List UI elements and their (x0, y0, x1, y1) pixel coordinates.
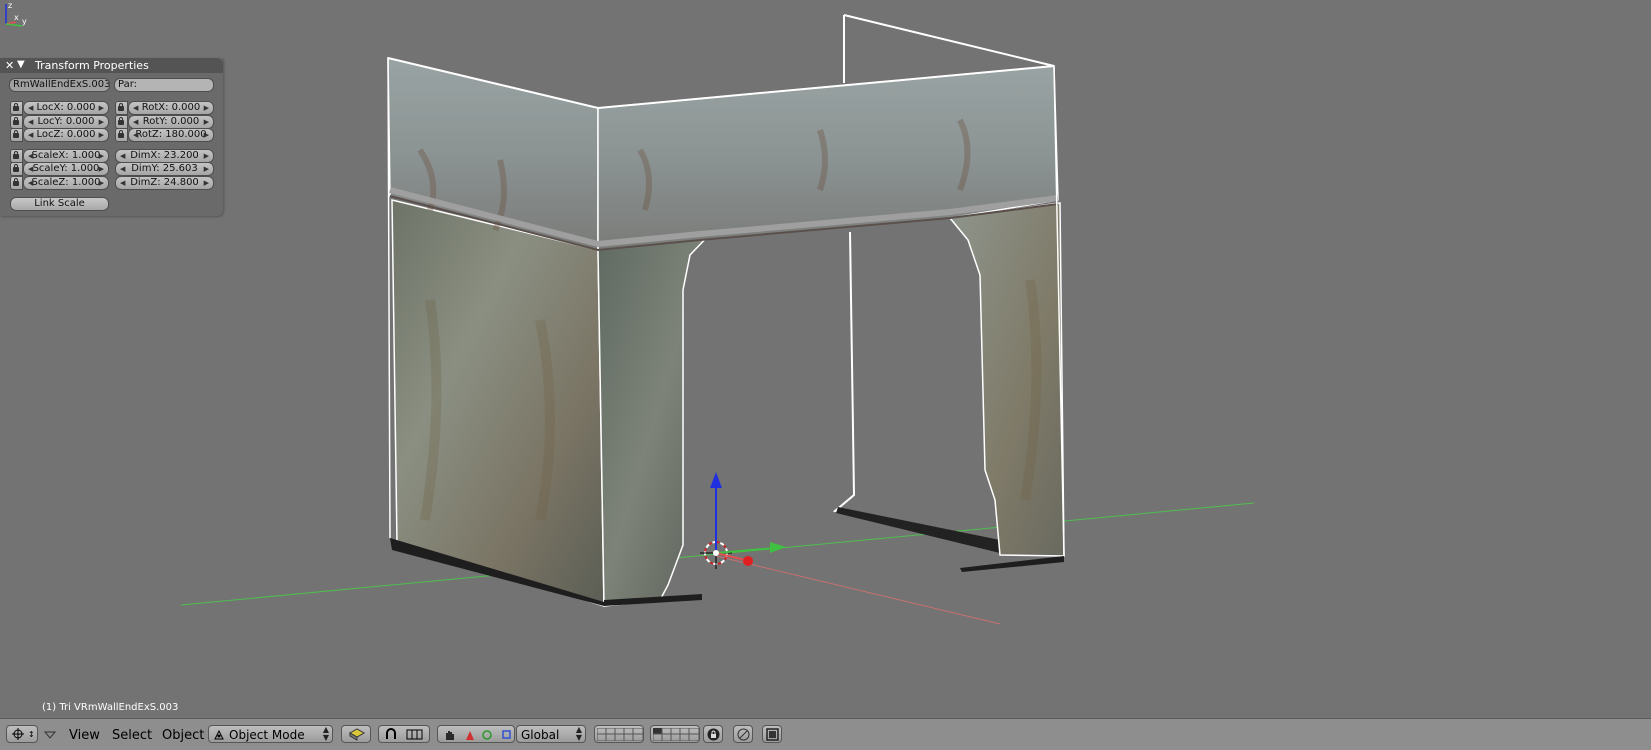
triangle-down-icon[interactable]: ▼ (17, 59, 25, 70)
editor-type-button[interactable]: ↕ (6, 725, 38, 743)
close-icon[interactable]: ✕ (5, 59, 14, 72)
mode-label: Object Mode (229, 728, 305, 742)
axis-orientation-icon: z x y (5, 1, 27, 27)
lock-icon[interactable] (10, 115, 23, 129)
transform-properties-panel[interactable]: ✕ ▼ Transform Properties RmWallEndExS.00… (0, 58, 223, 216)
svg-text:y: y (22, 17, 27, 26)
transform-manipulator (710, 472, 786, 566)
render-preview-button[interactable] (733, 725, 753, 743)
locx-field[interactable]: ◀ LocX: 0.000 ▶ (23, 101, 109, 115)
draw-type-select[interactable] (341, 725, 371, 743)
view3d-icon: ↕ (12, 728, 35, 740)
3d-view-header: ↕ View Select Object Object Mode ▲ ▼ Glo… (0, 718, 1651, 750)
pivot-snap-group[interactable] (378, 725, 430, 743)
draw-type-icon (348, 728, 366, 741)
lock-icon[interactable] (10, 162, 23, 176)
viewport-scene (180, 14, 1255, 625)
link-scale-button[interactable]: Link Scale (10, 197, 109, 211)
3d-viewport[interactable]: z x y (1) Tri VRmWallEndExS.003 (0, 0, 1651, 718)
layer-buttons-2[interactable] (650, 725, 700, 743)
scaley-field[interactable]: ◀ ScaleY: 1.000 ▶ (23, 162, 109, 176)
locy-field[interactable]: ◀ LocY: 0.000 ▶ (23, 115, 109, 129)
lock-icon[interactable] (10, 101, 23, 115)
collapse-menu-icon[interactable] (44, 731, 56, 739)
up-down-icon: ▲ ▼ (322, 725, 329, 742)
lock-icon[interactable] (10, 128, 23, 142)
layer-buttons-1[interactable] (594, 725, 644, 743)
lock-icon[interactable] (10, 176, 23, 190)
dimz-field[interactable]: ◀ DimZ: 24.800 ▶ (115, 176, 214, 190)
rotx-field[interactable]: ◀ RotX: 0.000 ▶ (128, 101, 214, 115)
link-icon (737, 728, 750, 741)
magnet-icon (386, 728, 423, 740)
up-down-icon: ▲ ▼ (575, 725, 582, 742)
center-wall-lower (597, 230, 715, 607)
panel-header[interactable]: ✕ ▼ Transform Properties (0, 58, 223, 73)
locz-field[interactable]: ◀ LocZ: 0.000 ▶ (23, 128, 109, 142)
menu-object[interactable]: Object (162, 728, 204, 743)
svg-text:x: x (14, 13, 19, 22)
orientation-label: Global (521, 728, 560, 742)
scalez-field[interactable]: ◀ ScaleZ: 1.000 ▶ (23, 176, 109, 190)
roty-field[interactable]: ◀ RotY: 0.000 ▶ (128, 115, 214, 129)
viewport-status-text: (1) Tri VRmWallEndExS.003 (42, 702, 179, 713)
object-name-field[interactable]: RmWallEndExS.003 (9, 78, 110, 92)
layers-grid-icon (653, 728, 699, 741)
lock-icon[interactable] (115, 115, 128, 129)
render-button[interactable] (762, 725, 782, 743)
svg-text:↕: ↕ (28, 730, 35, 739)
lock-icon[interactable] (115, 101, 128, 115)
left-wall-lower (391, 199, 605, 608)
right-pillar-lower (948, 202, 1065, 557)
panel-title: Transform Properties (35, 59, 149, 72)
dimy-field[interactable]: ◀ DimY: 25.603 ▶ (115, 162, 214, 176)
svg-text:z: z (8, 1, 12, 10)
lock-icon (707, 728, 720, 741)
menu-view[interactable]: View (69, 728, 100, 743)
lock-icon[interactable] (10, 149, 23, 163)
object-mode-icon (214, 729, 224, 740)
lock-layers-button[interactable] (703, 725, 723, 743)
rotz-field[interactable]: ◀ RotZ: 180.000 ▶ (128, 128, 214, 142)
dimx-field[interactable]: ◀ DimX: 23.200 ▶ (115, 149, 214, 163)
mode-select[interactable]: Object Mode ▲ ▼ (208, 725, 333, 743)
lock-icon[interactable] (115, 128, 128, 142)
layers-grid-icon (597, 728, 643, 741)
parent-field[interactable]: Par: (114, 78, 214, 92)
x-axis-line (715, 555, 1001, 625)
orientation-select[interactable]: Global ▲ ▼ (516, 725, 586, 743)
menu-select[interactable]: Select (112, 728, 152, 743)
hand-icon (446, 730, 511, 740)
image-icon (766, 728, 779, 741)
manipulator-group[interactable] (437, 725, 515, 743)
scalex-field[interactable]: ◀ ScaleX: 1.000 ▶ (23, 149, 109, 163)
